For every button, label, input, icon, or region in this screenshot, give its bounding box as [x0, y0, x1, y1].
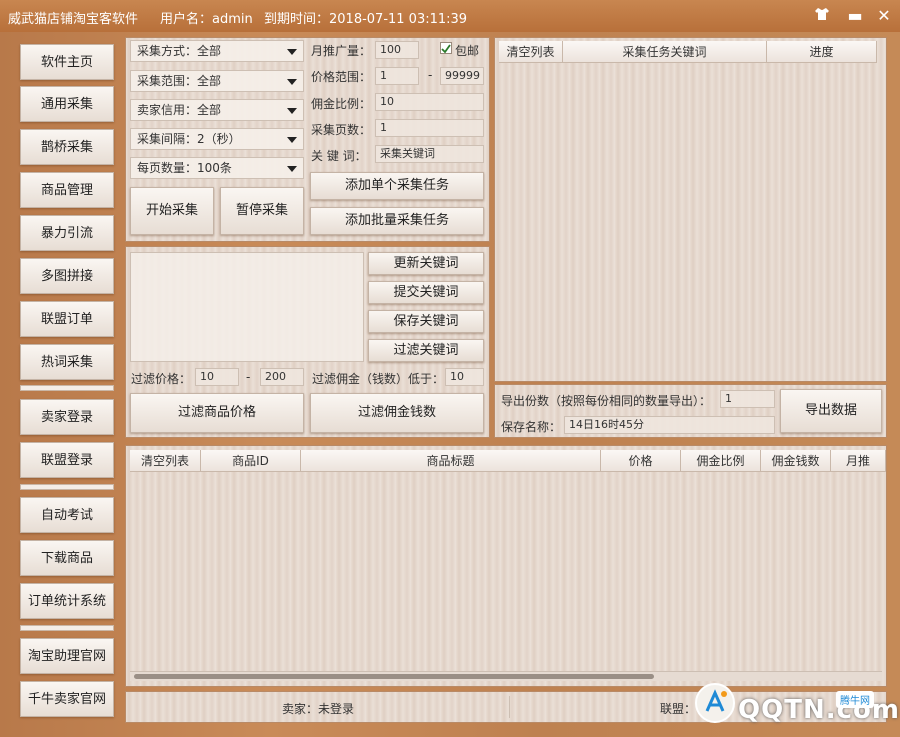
price-range-label: 价格范围： — [311, 70, 372, 84]
skin-icon[interactable] — [812, 6, 832, 26]
free-shipping-checkbox[interactable] — [440, 42, 452, 54]
chevron-down-icon — [287, 108, 297, 114]
pages-label: 采集页数： — [311, 123, 372, 137]
horizontal-scrollbar[interactable] — [130, 671, 882, 681]
sidebar-item-image-merge[interactable]: 多图拼接 — [20, 258, 114, 294]
filter-price-dash: - — [246, 370, 251, 384]
export-data-button[interactable]: 导出数据 — [780, 389, 882, 433]
product-table: 清空列表 商品ID 商品标题 价格 佣金比例 佣金钱数 月推 — [125, 445, 887, 687]
add-single-task-button[interactable]: 添加单个采集任务 — [310, 172, 484, 200]
user-name: 用户名：admin — [160, 12, 253, 27]
add-batch-task-button[interactable]: 添加批量采集任务 — [310, 207, 484, 235]
collect-interval-select[interactable]: 采集间隔：2（秒） — [130, 128, 304, 150]
watermark-text: QQTN.com — [738, 695, 900, 725]
sidebar-item-hotword[interactable]: 热词采集 — [20, 344, 114, 380]
sidebar-item-auto-exam[interactable]: 自动考试 — [20, 497, 114, 533]
status-divider — [509, 696, 510, 718]
task-progress-header: 进度 — [767, 41, 877, 63]
scrollbar-thumb[interactable] — [134, 674, 654, 679]
commission-label: 佣金比例： — [311, 97, 372, 111]
sidebar-item-taobao-assistant[interactable]: 淘宝助理官网 — [20, 638, 114, 674]
commission-amount-header: 佣金钱数 — [761, 450, 831, 472]
filter-price-max-input[interactable]: 200 — [260, 368, 304, 386]
minimize-icon[interactable]: ▬ — [845, 6, 865, 26]
page-size-select[interactable]: 每页数量：100条 — [130, 157, 304, 179]
filter-commission-button[interactable]: 过滤佣金钱数 — [310, 393, 484, 433]
keyword-textarea[interactable] — [130, 252, 364, 362]
chevron-down-icon — [287, 49, 297, 55]
filter-price-min-input[interactable]: 10 — [195, 368, 239, 386]
keyword-label: 关 键 词： — [311, 149, 367, 163]
save-keywords-button[interactable]: 保存关键词 — [368, 310, 484, 333]
export-count-label: 导出份数（按照每份相同的数量导出）： — [501, 394, 712, 408]
submit-keywords-button[interactable]: 提交关键词 — [368, 281, 484, 304]
free-shipping-label: 包邮 — [455, 44, 480, 58]
close-icon[interactable]: ✕ — [874, 6, 894, 26]
chevron-down-icon — [287, 137, 297, 143]
chevron-down-icon — [287, 166, 297, 172]
sidebar-divider — [20, 625, 114, 631]
title-bar: 威武猫店铺淘宝客软件 用户名：admin 到期时间：2018-07-11 03:… — [0, 0, 900, 32]
update-keywords-button[interactable]: 更新关键词 — [368, 252, 484, 275]
sidebar-divider — [20, 385, 114, 391]
sidebar-item-seller-login[interactable]: 卖家登录 — [20, 399, 114, 435]
export-count-input[interactable]: 1 — [720, 390, 775, 408]
sidebar-item-qianniu[interactable]: 千牛卖家官网 — [20, 681, 114, 717]
task-table: 清空列表 采集任务关键词 进度 — [494, 37, 887, 382]
export-name-input[interactable]: 14日16时45分 — [564, 416, 775, 434]
keyword-input[interactable]: 采集关键词 — [375, 145, 484, 163]
collect-mode-select[interactable]: 采集方式：全部 — [130, 40, 304, 62]
start-collect-button[interactable]: 开始采集 — [130, 187, 214, 235]
expire-time: 到期时间：2018-07-11 03:11:39 — [264, 12, 468, 27]
monthly-promo-input[interactable]: 100 — [375, 41, 419, 59]
clear-task-list-button[interactable]: 清空列表 — [499, 41, 563, 63]
commission-rate-header: 佣金比例 — [681, 450, 761, 472]
sidebar-item-queqiao-collect[interactable]: 鹊桥采集 — [20, 129, 114, 165]
sidebar-item-product-manage[interactable]: 商品管理 — [20, 172, 114, 208]
filter-commission-label: 过滤佣金（钱数）低于： — [312, 372, 445, 386]
sidebar-item-traffic[interactable]: 暴力引流 — [20, 215, 114, 251]
filter-commission-input[interactable]: 10 — [445, 368, 484, 386]
watermark-badge: 腾牛网 — [836, 691, 874, 708]
export-name-label: 保存名称： — [501, 420, 562, 434]
seller-credit-select[interactable]: 卖家信用：全部 — [130, 99, 304, 121]
product-id-header: 商品ID — [201, 450, 301, 472]
app-title: 威武猫店铺淘宝客软件 — [8, 12, 139, 27]
price-min-input[interactable]: 1 — [375, 67, 419, 85]
sidebar-item-union-orders[interactable]: 联盟订单 — [20, 301, 114, 337]
check-icon — [441, 44, 451, 54]
filter-keywords-button[interactable]: 过滤关键词 — [368, 339, 484, 362]
monthly-promo-label: 月推广量： — [311, 44, 372, 58]
price-range-dash: - — [428, 68, 433, 82]
clear-product-list-button[interactable]: 清空列表 — [130, 450, 201, 472]
product-title-header: 商品标题 — [301, 450, 601, 472]
sidebar-divider — [20, 484, 114, 490]
union-status: 联盟： — [660, 702, 697, 716]
collect-scope-select[interactable]: 采集范围：全部 — [130, 70, 304, 92]
monthly-promo-header: 月推 — [831, 450, 886, 472]
sidebar-item-order-stats[interactable]: 订单统计系统 — [20, 583, 114, 619]
commission-input[interactable]: 10 — [375, 93, 484, 111]
price-header: 价格 — [601, 450, 681, 472]
sidebar-item-union-login[interactable]: 联盟登录 — [20, 442, 114, 478]
filter-price-button[interactable]: 过滤商品价格 — [130, 393, 304, 433]
task-keyword-header: 采集任务关键词 — [563, 41, 767, 63]
watermark-logo-icon — [695, 683, 735, 723]
sidebar-item-general-collect[interactable]: 通用采集 — [20, 86, 114, 122]
seller-status: 卖家：未登录 — [282, 702, 355, 716]
sidebar-item-home[interactable]: 软件主页 — [20, 44, 114, 80]
price-max-input[interactable]: 99999 — [440, 67, 484, 85]
app-window: 威武猫店铺淘宝客软件 用户名：admin 到期时间：2018-07-11 03:… — [0, 0, 900, 737]
filter-price-label: 过滤价格： — [131, 372, 192, 386]
sidebar-item-download[interactable]: 下载商品 — [20, 540, 114, 576]
pause-collect-button[interactable]: 暂停采集 — [220, 187, 304, 235]
pages-input[interactable]: 1 — [375, 119, 484, 137]
chevron-down-icon — [287, 79, 297, 85]
